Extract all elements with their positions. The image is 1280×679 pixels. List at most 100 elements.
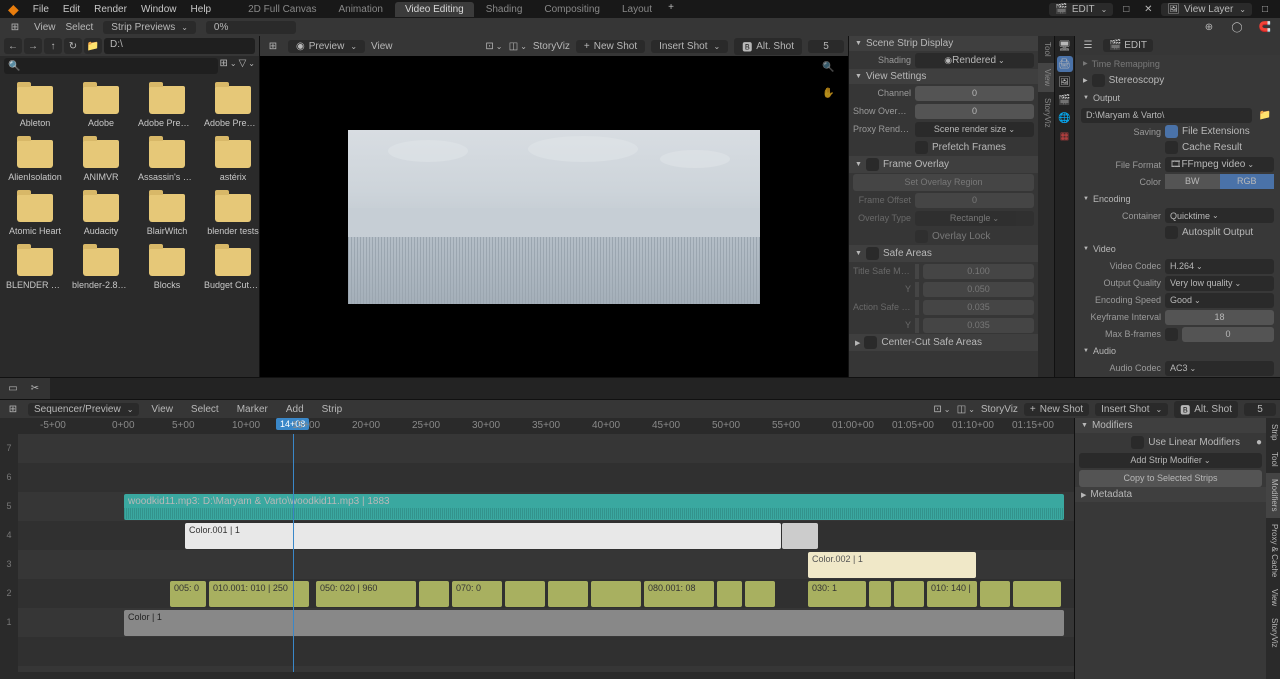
modifiers-header[interactable]: Modifiers xyxy=(1075,418,1266,433)
viewlayer-selector[interactable]: 🖼 View Layer xyxy=(1161,3,1252,16)
toolbar-select[interactable]: Select xyxy=(66,22,94,33)
workspace-tab-active[interactable]: Video Editing xyxy=(395,2,474,17)
vp-menu-view[interactable]: View xyxy=(371,41,393,52)
search-input[interactable]: 🔍 xyxy=(4,58,218,74)
channels-dropdown[interactable]: ⊡ xyxy=(485,38,503,54)
path-field[interactable]: D:\ xyxy=(104,38,255,54)
overlay-type-dropdown[interactable]: Rectangle xyxy=(915,211,1034,226)
timeline[interactable]: 14+08 -5+000+005+0010+0015+0020+0025+003… xyxy=(0,418,1074,679)
scene-strip[interactable]: 005: 0 xyxy=(170,581,206,607)
side-tab-storyviz[interactable]: StoryViz xyxy=(1038,92,1054,134)
scene-strip[interactable]: 010.001: 010 | 250 xyxy=(209,581,309,607)
scene-delete-button[interactable]: ✕ xyxy=(1139,1,1157,17)
timeline-hscrollbar[interactable] xyxy=(0,672,1074,679)
output-quality-dropdown[interactable]: Very low quality xyxy=(1165,276,1274,291)
metadata-header[interactable]: Metadata xyxy=(1075,487,1266,502)
scene-strip[interactable] xyxy=(1013,581,1061,607)
shading-dropdown[interactable]: ◉ Rendered xyxy=(915,53,1034,68)
add-modifier-dropdown[interactable]: Add Strip Modifier xyxy=(1079,453,1262,468)
rgb-button[interactable]: RGB xyxy=(1220,174,1275,189)
prop-tab-render-icon[interactable]: 🖥 xyxy=(1057,38,1073,54)
scene-new-button[interactable]: □ xyxy=(1117,1,1135,17)
editor-type-icon[interactable]: ⊞ xyxy=(6,19,24,35)
action-safe-y-field[interactable]: 0.035 xyxy=(923,318,1034,333)
seq-channels-icon[interactable]: ⊡ xyxy=(933,401,951,417)
outliner-scene[interactable]: 🎬 EDIT xyxy=(1103,39,1153,52)
app-logo-icon[interactable]: ◆ xyxy=(6,1,26,18)
color-strip-base[interactable]: Color | 1 xyxy=(124,610,1064,636)
proportional-edit-icon[interactable]: ◯ xyxy=(1228,19,1246,35)
video-codec-dropdown[interactable]: H.264 xyxy=(1165,259,1274,274)
nav-newfolder-button[interactable]: 📁 xyxy=(84,38,102,54)
workspace-tab[interactable]: 2D Full Canvas xyxy=(238,2,326,17)
scene-strip[interactable] xyxy=(980,581,1010,607)
encoding-header[interactable]: Encoding xyxy=(1075,190,1280,207)
seq-blade-tool-icon[interactable]: ✂ xyxy=(26,381,44,397)
color-strip-001[interactable]: Color.001 | 1 xyxy=(185,523,781,549)
cache-result-checkbox[interactable] xyxy=(1165,141,1178,154)
scene-strip[interactable] xyxy=(894,581,924,607)
scene-strip[interactable] xyxy=(745,581,775,607)
time-remapping-header[interactable]: Time Remapping xyxy=(1075,55,1280,72)
overlay-dropdown[interactable]: ◫ xyxy=(509,38,527,54)
frame-overlay-checkbox[interactable] xyxy=(866,158,879,171)
nav-fwd-button[interactable]: → xyxy=(24,38,42,54)
audio-codec-dropdown[interactable]: AC3 xyxy=(1165,361,1274,376)
preview-canvas[interactable]: 🔍 ✋ xyxy=(260,56,848,377)
folder-item[interactable]: Ableton xyxy=(4,82,66,132)
strip-previews-dropdown[interactable]: Strip Previews xyxy=(103,21,196,34)
nav-up-button[interactable]: ↑ xyxy=(44,38,62,54)
folder-item[interactable]: Assassin's Cr... xyxy=(136,136,198,186)
scene-strip[interactable] xyxy=(505,581,545,607)
folder-item[interactable]: Audacity xyxy=(70,190,132,240)
autosplit-checkbox[interactable] xyxy=(1165,226,1178,239)
alt-shot-count[interactable]: 5 xyxy=(808,40,844,53)
output-header[interactable]: Output xyxy=(1075,89,1280,106)
seq-side-proxy[interactable]: Proxy & Cache xyxy=(1266,518,1280,583)
scene-strip[interactable] xyxy=(869,581,891,607)
folder-item[interactable]: blender tests xyxy=(202,190,259,240)
proxy-dropdown[interactable]: Scene render size xyxy=(915,122,1034,137)
folder-item[interactable]: Atomic Heart xyxy=(4,190,66,240)
folder-item[interactable]: Adobe xyxy=(70,82,132,132)
preview-mode-dropdown[interactable]: ◉ Preview xyxy=(288,40,365,53)
display-options-button[interactable]: ⊞ xyxy=(220,58,237,74)
seq-new-shot-button[interactable]: + New Shot xyxy=(1024,403,1089,416)
seq-side-tool[interactable]: Tool xyxy=(1266,446,1280,473)
scene-strip[interactable] xyxy=(717,581,742,607)
menu-edit[interactable]: Edit xyxy=(56,4,87,15)
set-overlay-region-button[interactable]: Set Overlay Region xyxy=(853,174,1034,191)
zoom-icon[interactable]: 🔍 xyxy=(822,62,842,82)
playhead[interactable] xyxy=(293,434,294,672)
viewlayer-new-button[interactable]: □ xyxy=(1256,1,1274,17)
title-safe-x-field[interactable]: 0.100 xyxy=(923,264,1034,279)
nav-back-button[interactable]: ← xyxy=(4,38,22,54)
prefetch-checkbox[interactable] xyxy=(915,141,928,154)
workspace-tab[interactable]: Compositing xyxy=(534,2,610,17)
prop-tab-texture-icon[interactable]: ▦ xyxy=(1057,128,1073,144)
new-shot-button[interactable]: + New Shot xyxy=(576,40,645,53)
filter-button[interactable]: ▽ xyxy=(239,58,255,74)
scene-strip[interactable] xyxy=(419,581,449,607)
view-settings-header[interactable]: View Settings xyxy=(849,69,1038,84)
seq-menu-strip[interactable]: Strip xyxy=(316,404,349,415)
safe-areas-header[interactable]: Safe Areas xyxy=(849,245,1038,262)
scene-strip[interactable]: 070: 0 xyxy=(452,581,502,607)
workspace-tab[interactable]: Animation xyxy=(328,2,392,17)
side-tab-view[interactable]: View xyxy=(1038,63,1054,92)
seq-menu-select[interactable]: Select xyxy=(185,404,225,415)
seq-mode-dropdown[interactable]: Sequencer/Preview xyxy=(28,403,139,416)
alt-shot-button[interactable]: 🅱 Alt. Shot xyxy=(734,38,802,55)
file-format-dropdown[interactable]: 🎞 FFmpeg video xyxy=(1165,157,1274,172)
seq-overlay-icon[interactable]: ◫ xyxy=(957,401,975,417)
folder-item[interactable]: Budget Cuts S... xyxy=(202,244,259,294)
seq-menu-add[interactable]: Add xyxy=(280,404,310,415)
seq-select-tool-icon[interactable]: ▭ xyxy=(4,381,22,397)
add-workspace-button[interactable]: + xyxy=(664,2,678,17)
outliner-icon[interactable]: ☰ xyxy=(1079,38,1097,54)
seq-side-strip[interactable]: Strip xyxy=(1266,418,1280,446)
prop-tab-viewlayer-icon[interactable]: 🖼 xyxy=(1057,74,1073,90)
menu-render[interactable]: Render xyxy=(87,4,134,15)
folder-item[interactable]: Adobe Premie... xyxy=(202,82,259,132)
seq-side-storyviz[interactable]: StoryViz xyxy=(1266,612,1280,654)
